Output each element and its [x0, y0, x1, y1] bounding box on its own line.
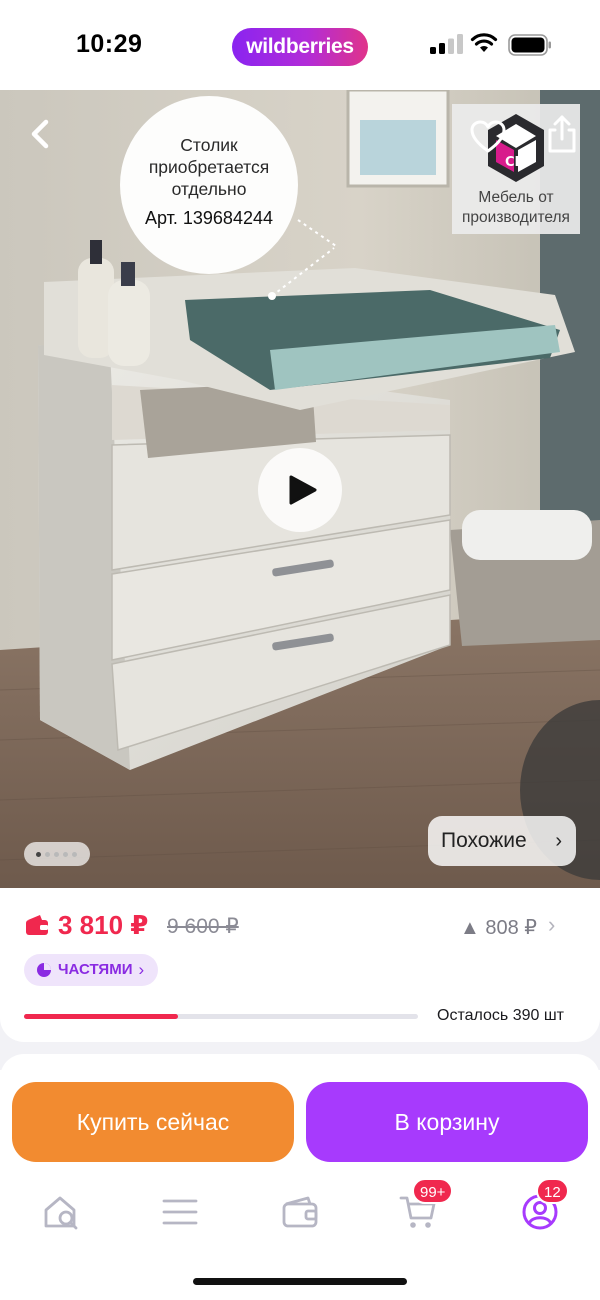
stock-progress-fill [24, 1014, 178, 1019]
battery-icon [508, 34, 551, 56]
add-to-cart-button[interactable]: В корзину [306, 1082, 588, 1162]
wifi-icon [470, 33, 498, 52]
chevron-right-icon: › [555, 830, 562, 852]
old-price: 9 600 ₽ [167, 915, 239, 938]
gallery-pagination[interactable] [24, 842, 90, 866]
price-card: 3 810 ₽ 9 600 ₽ ▲ 808 ₽ › ЧАСТЯМИ › Оста… [0, 888, 600, 1042]
heart-icon[interactable] [470, 120, 506, 154]
gallery-dot[interactable] [72, 852, 77, 857]
brand-logo[interactable]: wildberries [232, 28, 368, 66]
gallery-dot[interactable] [36, 852, 41, 857]
gallery-dot[interactable] [63, 852, 68, 857]
wallet-icon [26, 915, 48, 935]
bottom-panel: Купить сейчас В корзину 99+ 12 [0, 1070, 600, 1300]
play-video-button[interactable] [258, 448, 342, 532]
play-icon [289, 475, 317, 505]
home-search-icon[interactable] [42, 1192, 82, 1232]
note-text: Столик приобретается отдельно [148, 135, 270, 199]
cart-count-badge: 99+ [412, 1178, 454, 1204]
signal-icon [430, 34, 463, 54]
profile-tab[interactable]: 12 [520, 1178, 569, 1232]
chevron-right-icon[interactable]: › [548, 912, 555, 938]
wallet-tab-icon[interactable] [280, 1192, 320, 1232]
callout-line [268, 219, 337, 300]
stock-progress-bar [24, 1014, 418, 1019]
status-bar: 10:29 wildberries [0, 0, 600, 90]
similar-label: Похожие [441, 829, 527, 852]
product-photo[interactable]: Столик приобретается отдельно Арт. 13968… [0, 90, 600, 888]
gallery-dot[interactable] [45, 852, 50, 857]
home-indicator[interactable] [193, 1278, 407, 1285]
share-icon[interactable] [544, 114, 580, 154]
maker-badge-label: Мебель от производителя [462, 189, 570, 226]
status-time: 10:29 [76, 30, 143, 58]
installments-label: ЧАСТЯМИ [58, 961, 133, 978]
menu-icon[interactable] [160, 1192, 200, 1232]
installments-badge[interactable]: ЧАСТЯМИ › [24, 954, 159, 986]
current-price: 3 810 ₽ [58, 910, 149, 940]
price-delta[interactable]: ▲ 808 ₽ [460, 915, 537, 940]
buy-now-button[interactable]: Купить сейчас [12, 1082, 294, 1162]
cart-tab[interactable]: 99+ [398, 1178, 454, 1232]
svg-text:СМ: СМ [505, 155, 527, 170]
back-icon[interactable] [18, 110, 62, 158]
chevron-right-icon: › [138, 960, 145, 979]
pie-chart-icon [37, 963, 51, 977]
gallery-dot[interactable] [54, 852, 59, 857]
notifications-badge: 12 [536, 1178, 569, 1204]
similar-products-button[interactable]: Похожие › [428, 816, 576, 866]
stock-remaining: Осталось 390 шт [437, 1007, 564, 1024]
